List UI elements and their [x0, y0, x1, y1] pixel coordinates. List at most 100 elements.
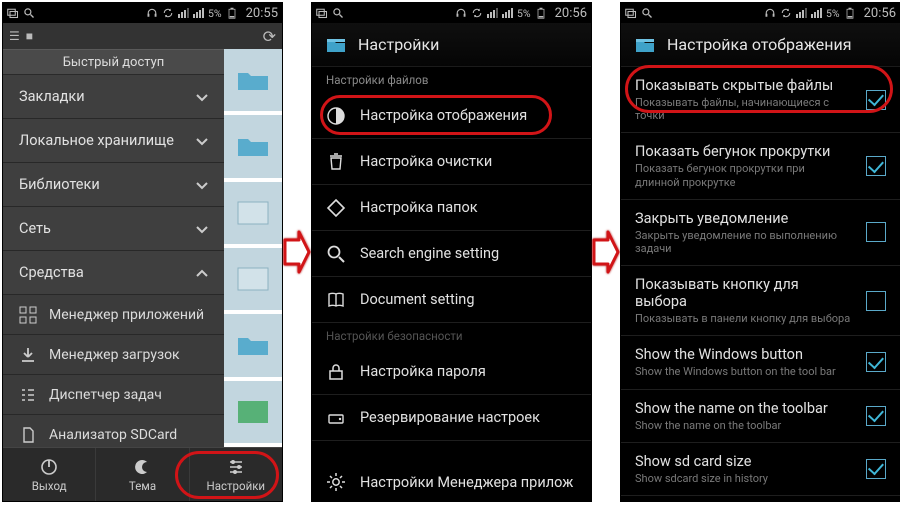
toolbar: ☰ ■ ⟳: [3, 23, 282, 49]
pref-select-button[interactable]: Показывать кнопку для выбора Показывать …: [621, 266, 900, 336]
theme-button[interactable]: Тема: [96, 448, 189, 501]
signal-icon: [178, 8, 189, 18]
label: Настройка пароля: [360, 363, 486, 380]
tab[interactable]: ■: [26, 29, 33, 43]
category-security: Настройки безопасности: [312, 323, 591, 349]
label: Средства: [19, 264, 84, 281]
label: Диспетчер задач: [49, 387, 162, 403]
app-icon[interactable]: [324, 33, 348, 57]
tool-sd-analyzer[interactable]: Анализатор SDCard: [3, 415, 224, 447]
checkbox[interactable]: [866, 291, 886, 311]
exit-button[interactable]: Выход: [3, 448, 96, 501]
label: Закрыть уведомление: [635, 210, 852, 227]
battery-icon: [844, 7, 856, 19]
drawer-item-network[interactable]: Сеть: [3, 207, 224, 251]
drawer-item-tools[interactable]: Средства: [3, 251, 224, 295]
headphones-icon: [455, 7, 467, 19]
label: Локальное хранилище: [19, 132, 174, 149]
settings-button[interactable]: Настройки: [190, 448, 282, 501]
phone-settings: 5% 20:56 Настройки Настройки файлов Наст…: [311, 2, 592, 502]
chevron-down-icon: [194, 177, 210, 193]
phone-drawer: 5% 20:55 ☰ ■ ⟳ Быстрый доступ Закладки Л…: [2, 2, 283, 502]
setting-password[interactable]: Настройка пароля: [312, 349, 591, 395]
home-icon[interactable]: ☰: [9, 29, 20, 43]
folder-icon: [236, 133, 270, 159]
label: Show the Windows button: [635, 346, 852, 363]
flow-arrow: [592, 2, 620, 502]
pref-scroll-thumb[interactable]: Показать бегунок прокрутки Показать бегу…: [621, 133, 900, 199]
clock-text: 20:56: [864, 6, 896, 21]
clock-text: 20:55: [246, 6, 278, 21]
sublabel: Показывать файлы, начинающиеся с точки: [635, 96, 852, 122]
setting-app-manager[interactable]: Настройки Менеджера прилож: [312, 459, 591, 502]
pref-name-toolbar[interactable]: Show the name on the toolbar Show the na…: [621, 390, 900, 443]
label: Настройки: [207, 479, 266, 493]
label: Настройка очистки: [360, 153, 492, 170]
label: Сеть: [19, 220, 51, 237]
pref-hidden-files[interactable]: Показывать скрытые файлы Показывать файл…: [621, 67, 900, 133]
book-icon: [326, 290, 346, 310]
gear-icon: [326, 472, 346, 492]
clock-text: 20:56: [555, 6, 587, 21]
app-bar: Настройка отображения: [621, 23, 900, 67]
app-bar: Настройки: [312, 23, 591, 67]
phone-display-settings: 5% 20:56 Настройка отображения Показыват…: [620, 2, 900, 502]
search-icon: [332, 7, 344, 19]
signal-icon: [502, 8, 513, 18]
search-icon: [23, 7, 35, 19]
setting-folders[interactable]: Настройка папок: [312, 185, 591, 231]
label: Менеджер загрузок: [49, 347, 180, 363]
setting-cleanup[interactable]: Настройка очистки: [312, 139, 591, 185]
label: Show the name on the toolbar: [635, 400, 852, 417]
checkbox[interactable]: [866, 222, 886, 242]
drawer-item-local[interactable]: Локальное хранилище: [3, 119, 224, 163]
label: Показать бегунок прокрутки: [635, 143, 852, 160]
setting-document[interactable]: Document setting: [312, 277, 591, 323]
checkbox[interactable]: [866, 352, 886, 372]
pref-windows-button[interactable]: Show the Windows button Show the Windows…: [621, 336, 900, 389]
refresh-icon[interactable]: ⟳: [263, 27, 276, 46]
setting-search[interactable]: Search engine setting: [312, 231, 591, 277]
drive-icon: [326, 408, 346, 428]
tool-task-manager[interactable]: Диспетчер задач: [3, 375, 224, 415]
signal-icon: [193, 8, 204, 18]
window-icon: [7, 7, 19, 19]
battery-text: 5%: [517, 7, 531, 20]
category-other: [312, 441, 591, 459]
setting-backup[interactable]: Резервирование настроек: [312, 395, 591, 441]
lock-icon: [326, 362, 346, 382]
label: Показывать кнопку для выбора: [635, 276, 852, 310]
signal-icon: [487, 8, 498, 18]
setting-display[interactable]: Настройка отображения: [312, 93, 591, 139]
label: Document setting: [360, 291, 474, 308]
apps-icon: [19, 306, 37, 324]
pref-sd-size[interactable]: Show sd card size Show sdcard size in hi…: [621, 443, 900, 496]
app-icon[interactable]: [633, 33, 657, 57]
checkbox[interactable]: [866, 406, 886, 426]
sliders-icon: [226, 457, 246, 477]
label: Библиотеки: [19, 176, 100, 193]
sublabel: Показать бегунок прокрутки при длинной п…: [635, 162, 852, 188]
checkbox[interactable]: [866, 459, 886, 479]
tool-download-manager[interactable]: Менеджер загрузок: [3, 335, 224, 375]
pref-usb-message[interactable]: USB plug-in message: [621, 496, 900, 502]
label: Показывать скрытые файлы: [635, 77, 852, 94]
drawer-heading: Быстрый доступ: [3, 49, 224, 75]
contrast-icon: [326, 106, 346, 126]
tool-app-manager[interactable]: Менеджер приложений: [3, 295, 224, 335]
drawer-item-bookmarks[interactable]: Закладки: [3, 75, 224, 119]
headphones-icon: [764, 7, 776, 19]
image-icon: [236, 200, 270, 226]
checkbox[interactable]: [866, 156, 886, 176]
label: Менеджер приложений: [49, 307, 204, 323]
chevron-down-icon: [194, 133, 210, 149]
drawer-item-libraries[interactable]: Библиотеки: [3, 163, 224, 207]
bottom-bar: Выход Тема Настройки: [3, 447, 282, 501]
label: Настройка папок: [360, 199, 478, 216]
window-icon: [316, 7, 328, 19]
pref-close-notification[interactable]: Закрыть уведомление Закрыть уведомление …: [621, 200, 900, 266]
sync-icon: [780, 7, 792, 19]
sublabel: Show the Windows button on the tool bar: [635, 365, 852, 378]
battery-text: 5%: [208, 7, 222, 20]
checkbox[interactable]: [866, 90, 886, 110]
